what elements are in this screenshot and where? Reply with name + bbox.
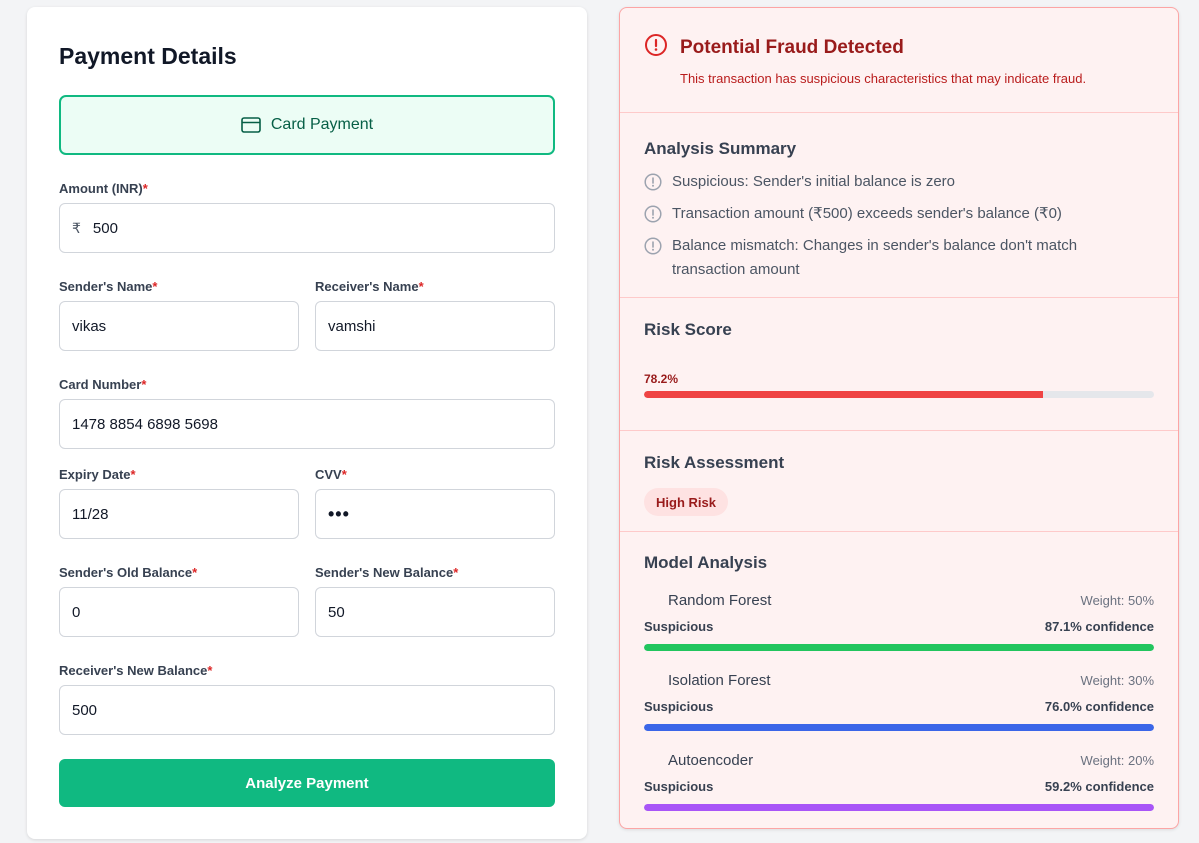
rupee-prefix: ₹ [72, 219, 81, 236]
receiver-new-balance-input[interactable]: 500 [59, 685, 555, 735]
analyze-payment-button[interactable]: Analyze Payment [59, 759, 555, 807]
risk-score-value: 78.2% [644, 372, 679, 386]
receiver-new-balance-label: Receiver's New Balance* [59, 663, 213, 678]
sender-old-balance-input[interactable]: 0 [59, 587, 299, 637]
model-weight: Weight: 50% [1080, 593, 1154, 608]
model-weight: Weight: 20% [1080, 753, 1154, 768]
model-verdict: Suspicious [644, 619, 714, 634]
reason-item: Balance mismatch: Changes in sender's ba… [644, 234, 1114, 282]
model-confidence-fill [644, 724, 1154, 731]
risk-score-fill [644, 391, 1043, 398]
reason-item: Transaction amount (₹500) exceeds sender… [644, 202, 1144, 226]
fraud-alert: Potential Fraud Detected This transactio… [620, 8, 1178, 113]
sender-old-balance-label: Sender's Old Balance* [59, 565, 198, 580]
card-number-input[interactable]: 1478 8854 6898 5698 [59, 399, 555, 449]
card-payment-label: Card Payment [270, 116, 374, 133]
model-name: Isolation Forest [668, 672, 771, 689]
amount-input[interactable]: ₹ 500 [59, 203, 555, 253]
risk-level-badge: High Risk [644, 488, 728, 516]
reason-item: Suspicious: Sender's initial balance is … [644, 170, 1144, 194]
model-confidence-fill [644, 804, 1154, 811]
expiry-date-value: 11/28 [72, 505, 109, 523]
info-circle-icon [644, 237, 662, 255]
info-circle-icon [644, 173, 662, 191]
analysis-summary: Analysis Summary Suspicious: Sender's in… [620, 113, 1178, 298]
model-name: Random Forest [668, 592, 772, 609]
card-payment-option[interactable]: Card Payment [59, 95, 555, 155]
alert-description: This transaction has suspicious characte… [680, 71, 1087, 86]
receiver-name-value: vamshi [328, 317, 376, 335]
fraud-result-card: Potential Fraud Detected This transactio… [619, 7, 1179, 829]
sender-name-label: Sender's Name* [59, 279, 158, 294]
sender-name-input[interactable]: vikas [59, 301, 299, 351]
credit-card-icon [241, 117, 261, 133]
expiry-date-label: Expiry Date* [59, 467, 136, 482]
form-title: Payment Details [59, 43, 237, 69]
model-name: Autoencoder [668, 752, 754, 769]
amount-label: Amount (INR)* [59, 181, 148, 196]
receiver-name-label: Receiver's Name* [315, 279, 424, 294]
model-analysis-title: Model Analysis [644, 553, 768, 572]
sender-new-balance-input[interactable]: 50 [315, 587, 555, 637]
model-confidence-bar [644, 724, 1154, 731]
sender-new-balance-label: Sender's New Balance* [315, 565, 459, 580]
risk-score-title: Risk Score [644, 320, 732, 339]
model-confidence: 87.1% confidence [1044, 619, 1154, 634]
model-confidence: 59.2% confidence [1044, 779, 1154, 794]
risk-score-section: Risk Score [620, 298, 1178, 431]
payment-form-card: Payment Details Card Payment Amount (INR… [27, 7, 587, 839]
model-weight: Weight: 30% [1080, 673, 1154, 688]
model-confidence-bar [644, 804, 1154, 811]
cvv-input[interactable]: ••• [315, 489, 555, 539]
receiver-new-balance-value: 500 [72, 701, 98, 719]
cvv-label: CVV* [315, 467, 347, 482]
sender-old-balance-value: 0 [72, 603, 81, 621]
risk-assessment-section: Risk Assessment [620, 431, 1178, 532]
risk-score-bar [644, 391, 1154, 398]
card-number-label: Card Number* [59, 377, 147, 392]
sender-name-value: vikas [72, 317, 107, 335]
alert-circle-icon [644, 33, 668, 62]
model-verdict: Suspicious [644, 699, 714, 714]
analysis-summary-title: Analysis Summary [644, 139, 797, 158]
alert-title: Potential Fraud Detected [680, 37, 904, 58]
cvv-value: ••• [328, 503, 350, 524]
expiry-date-input[interactable]: 11/28 [59, 489, 299, 539]
receiver-name-input[interactable]: vamshi [315, 301, 555, 351]
model-verdict: Suspicious [644, 779, 714, 794]
sender-new-balance-value: 50 [328, 603, 345, 621]
model-confidence: 76.0% confidence [1044, 699, 1154, 714]
model-confidence-bar [644, 644, 1154, 651]
info-circle-icon [644, 205, 662, 223]
risk-assessment-title: Risk Assessment [644, 453, 785, 472]
card-number-value: 1478 8854 6898 5698 [72, 415, 218, 433]
model-confidence-fill [644, 644, 1154, 651]
amount-value: 500 [92, 219, 118, 237]
